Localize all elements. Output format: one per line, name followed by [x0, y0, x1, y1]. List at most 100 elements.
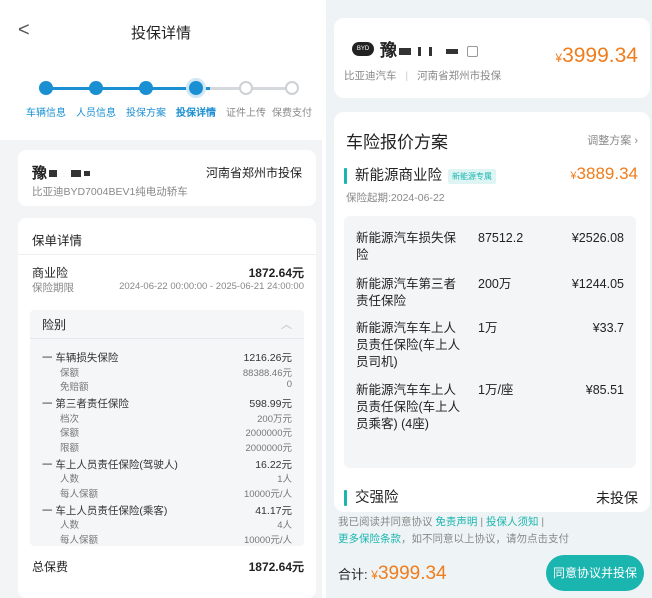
currency-symbol: ¥	[371, 568, 378, 582]
plate-prefix: 豫	[32, 165, 48, 182]
step-payment: 保费支付	[266, 80, 318, 119]
agreement-prefix: 我已阅读并同意协议	[338, 516, 436, 528]
vehicle-card: 豫 河南省郑州市投保 比亚迪BYD7004BEV1纯电动轿车	[18, 150, 316, 206]
separator: |	[538, 516, 545, 528]
coverage-value: 4人	[277, 520, 292, 531]
step-plan: 投保方案	[120, 80, 172, 119]
step-detail: 投保详情	[170, 80, 222, 119]
quote-plan-card: 车险报价方案 调整方案 › 新能源商业险 新能源专属 ¥3889.34 保险起期:…	[334, 112, 650, 512]
coverage-label: 一 车上人员责任保险(驾驶人)	[42, 458, 178, 471]
adjust-plan-button[interactable]: 调整方案 ›	[587, 132, 638, 148]
plan-title: 车险报价方案	[346, 133, 448, 152]
commercial-title-text: 新能源商业险	[355, 168, 442, 184]
agree-and-insure-button[interactable]: 同意协议并投保	[546, 555, 644, 591]
coverage-label: 人数	[60, 474, 80, 485]
coverage-sub-row: 人数 1人	[60, 471, 292, 485]
policy-start-date: 保险起期:2024-06-22	[346, 192, 445, 204]
total-row: 总保费 1872.64元	[18, 548, 316, 588]
item-name: 新能源汽车车上人员责任保险(车上人员乘客) (4座)	[356, 383, 461, 431]
step-label: 证件上传	[226, 108, 266, 119]
commercial-price: ¥3889.34	[570, 164, 638, 184]
byd-logo-icon: BYD	[352, 42, 374, 56]
collapse-icon[interactable]: ︿	[281, 316, 292, 332]
coverage-sub-row: 免赔额 0	[60, 379, 292, 393]
divider	[18, 254, 316, 255]
coverage-items: 新能源汽车损失保险 87512.2 ¥2526.08 新能源汽车第三者责任保险 …	[344, 216, 636, 468]
plate-number: 豫	[380, 36, 478, 61]
coverage-value: 2000000元	[245, 442, 292, 454]
coverage-label: 一 车辆损失保险	[42, 352, 119, 364]
coverage-label: 保额	[60, 428, 80, 439]
coverage-label: 每人保额	[60, 488, 99, 500]
header-area: < 投保详情 车辆信息 人员信息 投保方案 投保详情 证件上传 保费支付	[0, 0, 322, 140]
coverage-label: 档次	[60, 413, 80, 425]
coverage-row: 一 车上人员责任保险(驾驶人) 16.22元	[42, 457, 292, 472]
coverage-value: 10000元/人	[243, 488, 292, 500]
coverage-value: 88388.46元	[242, 367, 292, 379]
total-price: 合计: ¥3999.34	[338, 563, 447, 585]
edit-icon[interactable]	[466, 46, 478, 58]
step-dot	[39, 81, 53, 95]
vehicle-summary-card: BYD 豫 比亚迪汽车 | 河南省郑州市投保 ¥3999.34	[334, 18, 650, 98]
coverage-sub-row: 限额 2000000元	[60, 440, 292, 454]
commercial-amount: 1872.64元	[248, 266, 304, 280]
accent-bar	[344, 490, 347, 507]
step-label: 投保方案	[126, 108, 166, 119]
total-label: 总保费	[32, 560, 69, 574]
more-terms-link[interactable]: 更多保险条款	[338, 533, 401, 545]
coverage-value: 2000000元	[245, 428, 292, 439]
step-dot	[239, 81, 253, 95]
coverage-sub-row: 档次 200万元	[60, 411, 292, 425]
quote-plan-screen: BYD 豫 比亚迪汽车 | 河南省郑州市投保 ¥3999.34 车险报价方案 调…	[326, 0, 652, 598]
coverage-sub-row: 保额 2000000元	[60, 425, 292, 439]
coverage-list: 险别 ︿ 一 车辆损失保险 1216.26元 保额 88388.46元 免赔额 0 一 第三…	[30, 310, 304, 546]
step-dot	[89, 81, 103, 95]
redaction	[71, 170, 82, 178]
coverage-label: 免赔额	[60, 382, 89, 393]
item-name: 新能源汽车损失保险	[356, 231, 457, 262]
step-dot-current	[189, 81, 203, 95]
compulsory-title-text: 交强险	[355, 490, 399, 506]
plate-prefix: 豫	[380, 41, 397, 60]
commercial-label: 商业险	[32, 266, 69, 280]
policy-detail-screen: < 投保详情 车辆信息 人员信息 投保方案 投保详情 证件上传 保费支付 豫 河…	[0, 0, 322, 598]
coverage-sub-row: 每人保额 10000元/人	[60, 532, 292, 546]
insure-location: 河南省郑州市投保	[417, 70, 502, 82]
total-label: 合计:	[338, 567, 368, 582]
separator: |	[405, 70, 409, 82]
nev-exclusive-badge: 新能源专属	[448, 168, 496, 184]
coverage-value: 200万元	[257, 413, 292, 425]
coverage-label: 一 车上人员责任保险(乘客)	[42, 504, 168, 517]
total-amount: 1872.64元	[248, 560, 304, 574]
coverage-value: 1人	[277, 474, 292, 485]
coverage-label: 每人保额	[60, 534, 99, 546]
coverage-label: 限额	[60, 442, 80, 454]
step-vehicle-info: 车辆信息	[20, 80, 72, 119]
coverage-value: 10000元/人	[243, 534, 292, 546]
coverage-label: 人数	[60, 520, 80, 531]
separator: |	[477, 516, 486, 528]
coverage-value: 0	[286, 379, 292, 390]
redaction	[428, 47, 432, 57]
redaction	[418, 47, 422, 57]
vehicle-location: 河南省郑州市投保	[205, 166, 302, 180]
compulsory-title: 交强险	[344, 486, 399, 507]
item-name: 新能源汽车车上人员责任保险(车上人员司机)	[356, 321, 461, 369]
chevron-right-icon: ›	[634, 135, 638, 147]
coverage-label: 保额	[60, 367, 80, 379]
redaction	[49, 170, 58, 178]
item-price: ¥33.7	[592, 321, 624, 335]
coverage-row: 一 车辆损失保险 1216.26元	[42, 350, 292, 365]
coverage-value: 598.99元	[249, 398, 292, 410]
applicant-notice-link[interactable]: 投保人须知	[486, 516, 539, 528]
progress-stepper: 车辆信息 人员信息 投保方案 投保详情 证件上传 保费支付	[10, 80, 312, 120]
commercial-price-value: 3889.34	[576, 164, 638, 183]
redaction	[446, 49, 459, 55]
policy-section-title: 保单详情	[32, 234, 83, 248]
brand-name: 比亚迪汽车	[344, 70, 397, 82]
coverage-sub-row: 每人保额 10000元/人	[60, 486, 292, 500]
page-title: 投保详情	[130, 25, 191, 42]
redaction	[84, 171, 91, 177]
period-label: 保险期限	[32, 282, 74, 294]
disclaimer-link[interactable]: 免责声明	[435, 516, 477, 528]
